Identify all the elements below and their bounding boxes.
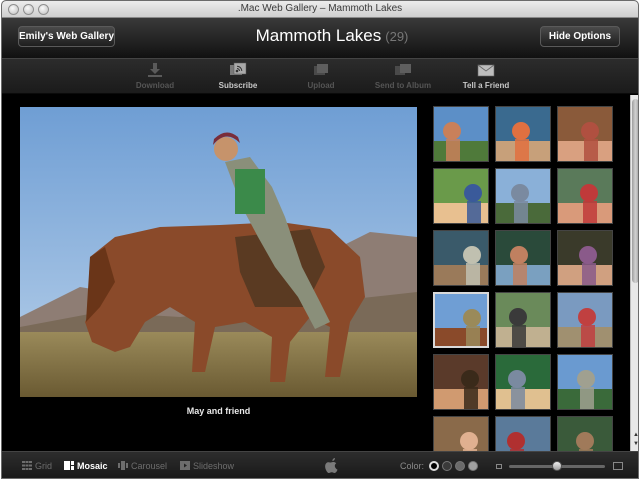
title-bar: .Mac Web Gallery – Mammoth Lakes [2, 1, 638, 18]
thumbnail-image [434, 355, 488, 409]
color-label: Color: [400, 461, 425, 471]
view-grid-button[interactable]: Grid [22, 461, 52, 471]
thumbnail-image [496, 293, 550, 347]
thumbnail-blonde-girl[interactable] [433, 168, 489, 224]
carousel-view-icon [118, 461, 128, 470]
album-name: Mammoth Lakes [255, 26, 382, 45]
thumbnail-image [496, 169, 550, 223]
thumbnail-image [435, 294, 487, 346]
color-swatch-black[interactable] [429, 461, 439, 471]
download-label: Download [135, 81, 175, 90]
photo-caption: May and friend [186, 406, 251, 416]
mosaic-view-icon [64, 461, 74, 470]
window-title: .Mac Web Gallery – Mammoth Lakes [237, 3, 403, 14]
thumbnail-mosaic [433, 106, 619, 451]
send-photos-icon [395, 64, 411, 75]
thumbnail-image [496, 355, 550, 409]
thumbnail-image [558, 169, 612, 223]
upload-button[interactable]: Upload [281, 62, 361, 90]
thumbnail-group-1[interactable] [433, 416, 489, 451]
grid-view-icon [22, 461, 32, 470]
thumbnail-boat-rowing[interactable] [495, 230, 551, 286]
tell-a-friend-label: Tell a Friend [462, 81, 510, 90]
tell-a-friend-button[interactable]: Tell a Friend [446, 62, 526, 90]
thumbnail-two-kids[interactable] [557, 230, 613, 286]
subscribe-button[interactable]: Subscribe [198, 62, 278, 90]
thumbnail-image [434, 417, 488, 451]
thumbnail-size-slider-knob[interactable] [552, 461, 562, 471]
download-button[interactable]: Download [115, 62, 195, 90]
view-slideshow-button[interactable]: Slideshow [180, 461, 234, 471]
thumbnail-image [496, 417, 550, 451]
thumbnail-biker-2[interactable] [557, 292, 613, 348]
album-title: Mammoth Lakes (29) [202, 26, 462, 46]
action-toolbar: Download Subscribe Upload Send to Album [2, 58, 638, 94]
scroll-up-arrow-icon[interactable]: ▲ [632, 431, 638, 439]
thumbnail-lake-view[interactable] [495, 168, 551, 224]
gallery-header: Emily's Web Gallery Mammoth Lakes (29) Hi… [2, 18, 638, 58]
thumbnail-group-3[interactable] [557, 416, 613, 451]
thumbnail-image [558, 107, 612, 161]
color-swatch-dark-gray[interactable] [442, 461, 452, 471]
large-thumbnail-icon [613, 462, 623, 470]
view-slideshow-label: Slideshow [193, 461, 235, 471]
download-arrow-icon [148, 63, 162, 77]
thumbnail-image [434, 231, 488, 285]
small-thumbnail-icon [496, 464, 502, 469]
thumbnail-boat-group[interactable] [433, 230, 489, 286]
upload-photos-icon [314, 64, 328, 75]
view-mosaic-label: Mosaic [77, 461, 108, 471]
gallery-home-button[interactable]: Emily's Web Gallery [18, 26, 115, 47]
thumbnail-image [496, 107, 550, 161]
scrollbar-thumb[interactable] [632, 99, 638, 283]
thumbnail-girl-red[interactable] [557, 168, 613, 224]
thumbnail-group-2[interactable] [495, 416, 551, 451]
thumbnail-mountain-lake[interactable] [557, 354, 613, 410]
thumbnail-horse-rider[interactable] [433, 292, 489, 348]
view-mosaic-button[interactable]: Mosaic [64, 461, 108, 471]
thumbnail-smiling-girl[interactable] [433, 354, 489, 410]
envelope-icon [477, 64, 495, 77]
subscribe-label: Subscribe [218, 81, 258, 90]
view-options-bar: Grid Mosaic Carousel Slideshow Color: [2, 451, 638, 478]
thumbnail-couple-green[interactable] [495, 354, 551, 410]
rss-feed-icon [230, 62, 247, 75]
thumbnail-lake-portrait[interactable] [433, 106, 489, 162]
thumbnail-biker-1[interactable] [495, 292, 551, 348]
upload-label: Upload [307, 81, 335, 90]
thumbnail-image [558, 417, 612, 451]
thumbnail-girl-sitting[interactable] [495, 106, 551, 162]
thumbnail-image [434, 169, 488, 223]
scroll-down-arrow-icon[interactable]: ▼ [632, 440, 638, 448]
thumbnail-image [496, 231, 550, 285]
view-grid-label: Grid [35, 461, 53, 471]
send-to-album-label: Send to Album [374, 81, 432, 90]
thumbnail-image [558, 231, 612, 285]
vertical-scrollbar[interactable]: ▲ ▼ [630, 95, 638, 451]
horse-rider-photo [20, 107, 417, 397]
main-photo[interactable] [20, 107, 417, 397]
color-swatch-light-gray[interactable] [468, 461, 478, 471]
view-carousel-label: Carousel [131, 461, 168, 471]
hide-options-button[interactable]: Hide Options [540, 26, 620, 47]
send-to-album-button[interactable]: Send to Album [363, 62, 443, 90]
color-swatch-gray[interactable] [455, 461, 465, 471]
album-photo-count: (29) [385, 29, 409, 44]
thumbnail-image [434, 107, 488, 161]
thumbnail-girl-smile[interactable] [557, 106, 613, 162]
view-carousel-button[interactable]: Carousel [118, 461, 167, 471]
thumbnail-image [558, 355, 612, 409]
app-window: .Mac Web Gallery – Mammoth Lakes Emily's… [1, 0, 639, 479]
thumbnail-image [558, 293, 612, 347]
apple-logo-icon [325, 458, 338, 473]
slideshow-view-icon [180, 461, 190, 470]
gallery-content: May and friend [2, 95, 630, 451]
